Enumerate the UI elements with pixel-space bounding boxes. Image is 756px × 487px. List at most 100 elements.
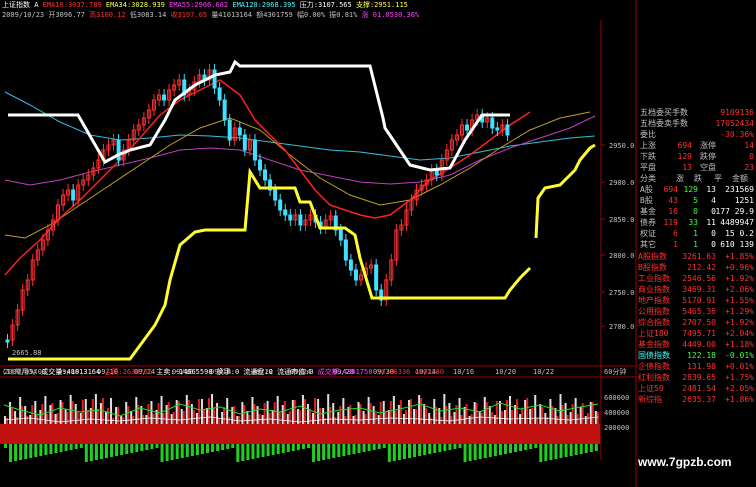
volume-bar-red (213, 408, 216, 424)
volume-bar-down (352, 444, 356, 454)
volume-bar-down (534, 444, 538, 448)
volume-bar-down (589, 444, 593, 452)
volume-bar-down (135, 444, 139, 452)
period-selector[interactable]: 60分钟 (604, 367, 626, 377)
volume-bar-up (377, 415, 380, 424)
index-row-cell: 3261.63 (682, 252, 716, 261)
index-row[interactable]: 上证180 7495.71 +2.04% (638, 328, 756, 339)
index-row-cell: 红利指数 (638, 373, 670, 382)
volume-bar-up (312, 413, 315, 424)
volume-bar-up (387, 410, 390, 424)
volume-bar-up (9, 402, 12, 424)
volume-bar-red (319, 408, 322, 424)
volume-bar-red (465, 404, 468, 424)
volume-bar-red (197, 399, 200, 424)
volume-bar-down (69, 444, 73, 450)
category-row-cell: 610 139 (720, 240, 754, 249)
volume-bar-down (39, 444, 43, 456)
volume-bar-up (488, 406, 491, 424)
category-row[interactable]: B股 43 5 4 1251 (638, 195, 756, 206)
volume-bar-down (115, 444, 119, 456)
volume-bar-down (261, 444, 265, 457)
category-row[interactable]: 其它 1 1 0 610 139 (638, 239, 756, 250)
index-row[interactable]: 红利指数 2839.65 +1.75% (638, 372, 756, 383)
index-row-cell: 2707.50 (682, 318, 716, 327)
index-row-cell: B股指数 (638, 263, 667, 272)
candle (353, 269, 358, 281)
stat-row[interactable]: 平盘 13 空盘 23 (638, 162, 756, 173)
volume-bar-red (248, 415, 251, 424)
category-row-cell: 177 29.9 (715, 207, 754, 216)
price-tick: 2950.0 (609, 142, 634, 150)
volume-bar-red (157, 403, 160, 424)
index-row[interactable]: 公用指数 5465.36 +1.29% (638, 306, 756, 317)
volume-bar-up (236, 416, 239, 424)
index-row[interactable]: 商业指数 3469.31 +2.06% (638, 284, 756, 295)
index-row-cell: 上证50 (638, 384, 664, 393)
volume-bar-up (539, 404, 542, 424)
category-row-cell: 0 (711, 229, 716, 238)
index-row-cell: 5465.36 (682, 307, 716, 316)
volume-bar-up (408, 400, 410, 424)
volume-bar-up (165, 405, 168, 424)
stat-row[interactable]: 上涨 694 涨停 14 (638, 140, 756, 151)
category-header[interactable]: 分类 涨 跌 平 金额 (638, 173, 756, 184)
category-row-cell: 13 (706, 185, 716, 194)
volume-bar-red (511, 410, 513, 424)
volume-bar-down (438, 444, 442, 452)
volume-bar-down (231, 444, 235, 448)
volume-bar-red (202, 409, 205, 424)
stat-row-cell: 下跌 (640, 152, 656, 161)
index-row[interactable]: 综合指数 2707.50 +1.92% (638, 317, 756, 328)
index-row-cell: +1.86% (725, 395, 754, 404)
category-row[interactable]: A股 694 129 13 231569 (638, 184, 756, 195)
time-tick: 10/22 (533, 368, 554, 376)
candle (374, 264, 379, 291)
candle (252, 139, 257, 161)
index-row[interactable]: 基金指数 4449.00 +1.18% (638, 339, 756, 350)
index-row[interactable]: 工业指数 2546.56 +1.92% (638, 273, 756, 284)
category-row-cell: 其它 (640, 240, 656, 249)
volume-bar-up (468, 416, 471, 424)
stat-row-cell: 跌停 (700, 152, 716, 161)
volume-bar-up (529, 409, 532, 424)
candle (490, 117, 495, 129)
volume-title: (1)常用3A (2, 368, 38, 376)
category-row[interactable]: 权证 6 1 0 15 0.2 (638, 228, 756, 239)
stat-row-cell: 0 (749, 152, 754, 161)
category-row-cell: B股 (640, 196, 653, 205)
volume-bar-up (301, 395, 304, 424)
index-row[interactable]: B股指数 212.42 +0.96% (638, 262, 756, 273)
volume-bar-red (475, 403, 478, 424)
turnover: 换手:0 (216, 368, 240, 376)
ask-label: 五档委卖手数 (640, 119, 688, 128)
index-row[interactable]: 国债指数 122.18 -0.01% (638, 350, 756, 361)
index-row-cell: 上证180 (638, 329, 669, 338)
category-row-cell: 基金 (640, 207, 656, 216)
main-sell: 主卖:-14665598 (156, 368, 213, 376)
volume-bar-up (216, 403, 219, 424)
volume-bar-down (443, 444, 447, 451)
volume-bar-up (246, 411, 249, 424)
volume-bar-down (9, 444, 13, 462)
volume-bar-up (564, 403, 567, 424)
category-row[interactable]: 债券 119 33 11 4489947 (638, 217, 756, 228)
index-row[interactable]: A股指数 3261.63 +1.85% (638, 251, 756, 262)
volume-bar-down (307, 444, 310, 448)
volume-bar-red (36, 415, 39, 424)
volume-bar-red (571, 404, 574, 424)
index-row[interactable]: 上证50 2481.54 +2.05% (638, 383, 756, 394)
category-header-cell: 涨 (676, 174, 684, 183)
volume-bar-red (112, 418, 115, 424)
category-row[interactable]: 基金 16 0 0 177 29.9 (638, 206, 756, 217)
volume-bar-red (26, 416, 29, 424)
volume-bar-down (468, 444, 472, 461)
candle (162, 94, 167, 101)
volume-bar-red (91, 399, 94, 424)
volume-bar-red (46, 414, 49, 424)
stat-row[interactable]: 下跌 129 跌停 0 (638, 151, 756, 162)
index-row[interactable]: 新综指 2635.37 +1.86% (638, 394, 756, 405)
index-row[interactable]: 企债指数 131.98 +0.01% (638, 361, 756, 372)
index-row[interactable]: 地产指数 5170.91 +1.55% (638, 295, 756, 306)
volume-bar-down (322, 444, 326, 460)
